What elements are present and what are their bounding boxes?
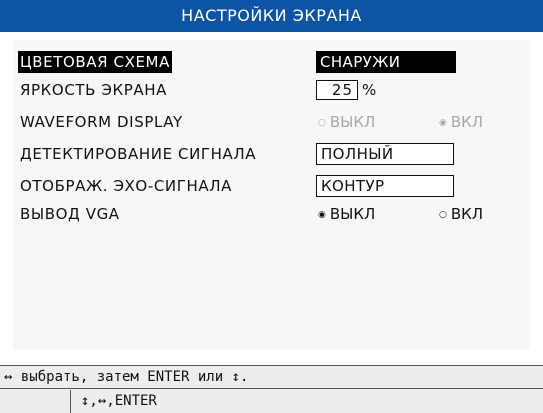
radio-unselected-icon: ○ <box>318 118 326 128</box>
echo-display-value[interactable]: КОНТУР <box>316 175 454 197</box>
vga-output-label: ВЫВОД VGA <box>20 205 120 223</box>
color-scheme-label[interactable]: ЦВЕТОВАЯ СХЕМА <box>18 51 172 73</box>
radio-selected-icon: ◉ <box>439 118 447 128</box>
help-line-keys: ↕,↔,ENTER <box>70 390 543 413</box>
radio-unselected-icon: ○ <box>439 210 447 220</box>
brightness-value[interactable]: 25 <box>316 80 358 100</box>
echo-display-label: ОТОБРАЖ. ЭХО-СИГНАЛА <box>20 177 232 195</box>
waveform-option-on: ◉ ВКЛ <box>439 111 483 133</box>
brightness-label: ЯРКОСТЬ ЭКРАНА <box>20 81 167 99</box>
page-title: НАСТРОЙКИ ЭКРАНА <box>0 0 543 32</box>
waveform-option-off-label: ВЫКЛ <box>329 113 376 131</box>
signal-detection-label: ДЕТЕКТИРОВАНИЕ СИГНАЛА <box>20 145 257 163</box>
waveform-option-off: ○ ВЫКЛ <box>318 111 375 133</box>
signal-detection-value[interactable]: ПОЛНЫЙ <box>316 143 454 165</box>
radio-selected-icon: ◉ <box>318 210 326 220</box>
brightness-unit: % <box>362 81 377 99</box>
vga-option-on[interactable]: ○ ВКЛ <box>439 203 483 225</box>
color-scheme-value[interactable]: СНАРУЖИ <box>316 51 456 73</box>
display-settings-screen: НАСТРОЙКИ ЭКРАНА ЦВЕТОВАЯ СХЕМА СНАРУЖИ … <box>0 0 543 413</box>
waveform-option-on-label: ВКЛ <box>450 113 484 131</box>
vga-option-off-label: ВЫКЛ <box>329 205 376 223</box>
vga-option-on-label: ВКЛ <box>450 205 484 223</box>
help-line-primary: ↔ выбрать, затем ENTER или ↕. <box>0 365 543 389</box>
waveform-display-label: WAVEFORM DISPLAY <box>20 113 183 131</box>
vga-option-off[interactable]: ◉ ВЫКЛ <box>318 203 375 225</box>
